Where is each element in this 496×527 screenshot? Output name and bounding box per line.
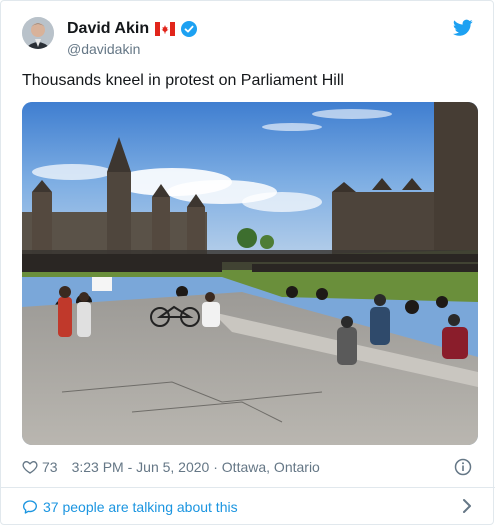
tweet-meta-row: 73 3:23 PM - Jun 5, 2020 · Ottawa, Ontar… (22, 458, 320, 476)
tweet-timestamp[interactable]: 3:23 PM - Jun 5, 2020 (72, 459, 210, 475)
canada-flag-icon (155, 22, 176, 36)
meta-separator: · (209, 459, 222, 475)
speech-bubble-icon (22, 499, 38, 515)
author-name[interactable]: David Akin (67, 20, 149, 38)
tweet-location[interactable]: Ottawa, Ontario (222, 459, 320, 475)
author-handle[interactable]: @davidakin (67, 41, 140, 57)
verified-badge-icon (181, 21, 198, 37)
tweet-photo[interactable] (22, 102, 478, 445)
author-row: David Akin (67, 19, 198, 39)
like-count[interactable]: 73 (42, 459, 58, 475)
talking-about-link[interactable]: 37 people are talking about this (22, 498, 238, 516)
talking-about-text[interactable]: 37 people are talking about this (43, 499, 238, 515)
tweet-text: Thousands kneel in protest on Parliament… (22, 72, 344, 89)
twitter-bird-icon[interactable] (453, 19, 473, 37)
avatar[interactable] (22, 17, 54, 49)
info-icon[interactable] (454, 458, 472, 476)
divider (1, 487, 495, 488)
chevron-right-icon[interactable] (461, 498, 473, 514)
tweet-card: David Akin @davidakin Thousands kneel in… (0, 0, 495, 525)
heart-icon[interactable] (22, 459, 38, 475)
